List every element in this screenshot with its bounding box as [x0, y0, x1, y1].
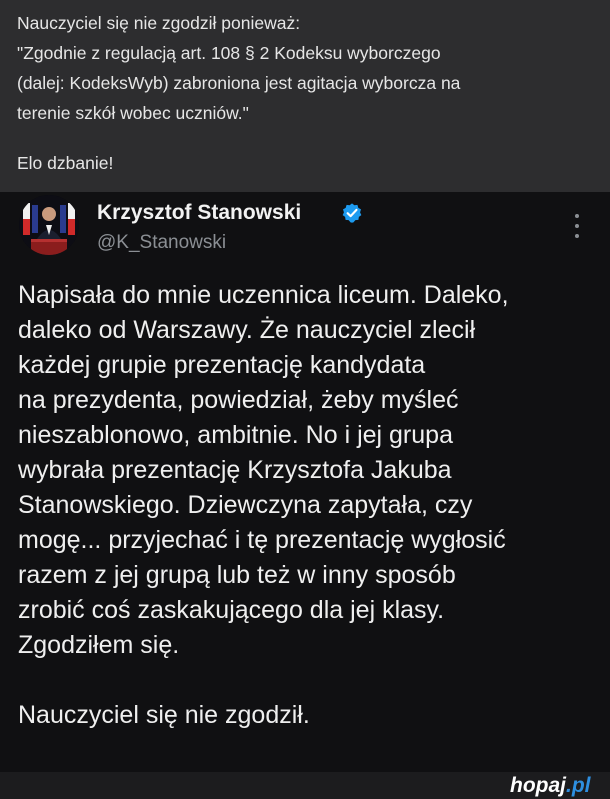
watermark-name: hopaj [510, 774, 566, 797]
comment-line: Elo dzbanie! [17, 153, 114, 173]
tweet-text-line: mogę... przyjechać i tę prezentację wygł… [18, 526, 506, 554]
tweet-text-line: Napisała do mnie uczennica liceum. Dalek… [18, 281, 509, 309]
comment-line: terenie szkół wobec uczniów." [17, 103, 249, 123]
comment-line: "Zgodnie z regulacją art. 108 § 2 Kodeks… [17, 43, 441, 63]
more-vertical-icon[interactable] [570, 212, 584, 240]
tweet-text-line: wybrała prezentację Krzysztofa Jakuba [18, 456, 452, 484]
tweet-text-line: Zgodziłem się. [18, 631, 180, 659]
tweet-text-line: każdej grupie prezentację kandydata [18, 351, 426, 379]
comment-block: Nauczyciel się nie zgodził ponieważ: "Zg… [0, 0, 610, 192]
watermark-tld: pl [571, 774, 591, 797]
tweet-text-line: Nauczyciel się nie zgodził. [18, 701, 310, 729]
tweet-text-line: zrobić coś zaskakującego dla jej klasy. [18, 596, 445, 624]
comment-line: (dalej: KodeksWyb) zabroniona jest agita… [17, 73, 461, 93]
avatar[interactable] [19, 195, 79, 255]
author-handle[interactable]: @K_Stanowski [97, 232, 226, 254]
tweet-text-line: na prezydenta, powiedział, żeby myśleć [18, 386, 459, 414]
comment-line: Nauczyciel się nie zgodził ponieważ: [17, 13, 301, 33]
verified-badge-icon [342, 203, 362, 223]
author-display-name[interactable]: Krzysztof Stanowski [97, 201, 301, 225]
tweet-text-line: razem z jej grupą lub też w inny sposób [18, 561, 456, 589]
tweet-text-line: Stanowskiego. Dziewczyna zapytała, czy [18, 491, 473, 519]
tweet-text-line: daleko od Warszawy. Że nauczyciel zlecił [18, 316, 476, 344]
avatar-photo [19, 195, 79, 255]
watermark-logo: hopaj.pl [510, 772, 604, 799]
tweet-text-line: nieszablonowo, ambitnie. No i jej grupa [18, 421, 453, 449]
